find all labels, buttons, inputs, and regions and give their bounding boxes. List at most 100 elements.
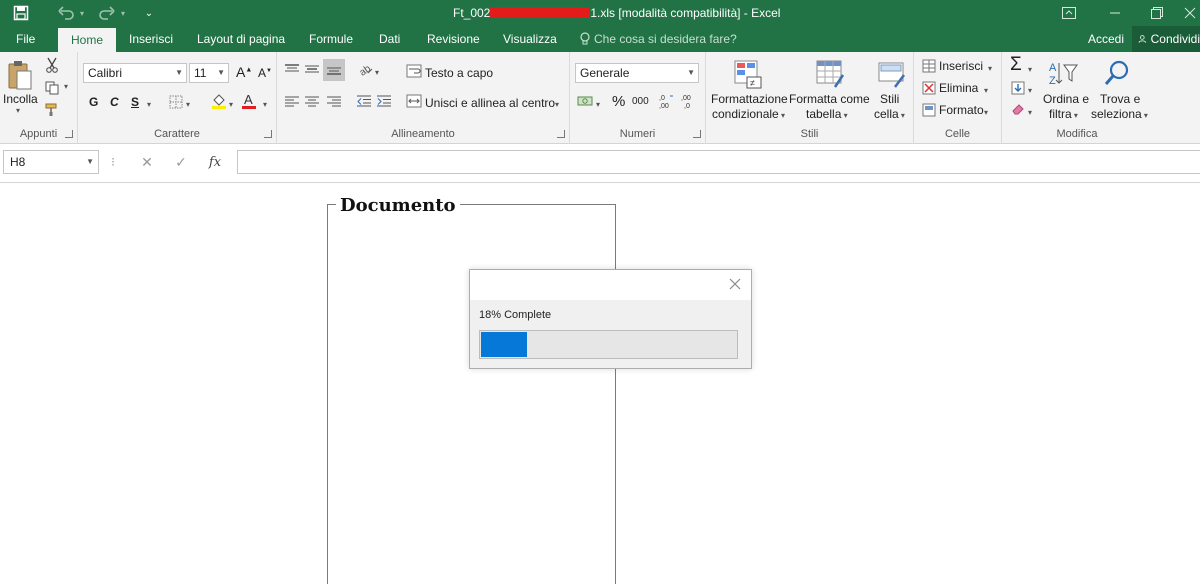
sign-in-link[interactable]: Accedi <box>1088 26 1124 52</box>
borders-icon[interactable] <box>168 94 184 110</box>
italic-button[interactable]: C <box>110 95 119 109</box>
conditional-formatting-label-2[interactable]: condizionale ▾ <box>712 107 785 121</box>
tab-formulas[interactable]: Formule <box>309 26 353 52</box>
wrap-text-label[interactable]: Testo a capo <box>425 66 493 80</box>
font-launcher-icon[interactable] <box>264 130 272 138</box>
redo-icon[interactable] <box>96 3 118 23</box>
cell-styles-icon[interactable] <box>876 58 908 90</box>
font-color-dropdown-icon[interactable]: ▾ <box>263 96 267 110</box>
fill-dropdown-icon[interactable]: ▾ <box>1028 82 1032 96</box>
insert-cells-icon[interactable] <box>921 58 937 74</box>
percent-button[interactable]: % <box>612 93 625 110</box>
merge-dropdown-icon[interactable]: ▾ <box>555 96 559 110</box>
eraser-icon[interactable] <box>1010 101 1026 117</box>
autosum-dropdown-icon[interactable]: ▾ <box>1028 61 1032 75</box>
conditional-formatting-label-1[interactable]: Formattazione <box>711 92 788 106</box>
delete-cells-dropdown-icon[interactable]: ▾ <box>984 82 988 96</box>
sort-filter-label-1[interactable]: Ordina e <box>1043 92 1089 106</box>
cancel-entry-icon[interactable]: ✕ <box>132 150 162 174</box>
format-as-table-icon[interactable] <box>814 58 846 90</box>
font-size-select[interactable]: 11 ▼ <box>189 63 229 83</box>
merge-center-label[interactable]: Unisci e allinea al centro <box>425 96 555 110</box>
align-right-icon[interactable] <box>325 93 343 109</box>
tab-insert[interactable]: Inserisci <box>129 26 173 52</box>
save-icon[interactable] <box>10 3 32 23</box>
format-as-table-label-1[interactable]: Formatta come <box>789 92 870 106</box>
currency-icon[interactable] <box>576 93 594 109</box>
underline-dropdown-icon[interactable]: ▾ <box>147 96 151 110</box>
font-name-select[interactable]: Calibri ▼ <box>83 63 187 83</box>
shrink-font-icon[interactable]: A▼ <box>258 66 272 80</box>
align-top-icon[interactable] <box>283 61 301 77</box>
paste-icon[interactable] <box>6 58 34 92</box>
format-as-table-label-2[interactable]: tabella ▾ <box>806 107 848 121</box>
currency-dropdown-icon[interactable]: ▾ <box>596 96 600 110</box>
font-color-icon[interactable]: A <box>240 92 258 110</box>
close-window-icon[interactable] <box>1180 2 1200 24</box>
decrease-indent-icon[interactable] <box>355 93 373 109</box>
fill-color-dropdown-icon[interactable]: ▾ <box>229 96 233 110</box>
increase-decimal-icon[interactable]: ,0,00 <box>658 92 676 110</box>
paste-label[interactable]: Incolla <box>3 92 38 106</box>
decrease-decimal-icon[interactable]: ,00,0 <box>680 92 698 110</box>
fill-color-icon[interactable] <box>210 92 228 110</box>
merge-center-icon[interactable] <box>405 93 423 109</box>
insert-cells-dropdown-icon[interactable]: ▾ <box>988 60 992 74</box>
format-painter-icon[interactable] <box>44 102 60 118</box>
tab-review[interactable]: Revisione <box>427 26 480 52</box>
delete-cells-icon[interactable] <box>921 80 937 96</box>
tab-file[interactable]: File <box>16 26 35 52</box>
format-cells-icon[interactable] <box>921 102 937 118</box>
conditional-formatting-icon[interactable]: ≠ <box>732 58 764 90</box>
close-icon[interactable] <box>727 276 743 292</box>
orientation-icon[interactable]: ab <box>357 61 375 77</box>
undo-icon[interactable] <box>55 3 77 23</box>
align-middle-icon[interactable] <box>303 61 321 77</box>
find-select-label-1[interactable]: Trova e <box>1100 92 1140 106</box>
autosum-icon[interactable]: Σ <box>1010 54 1022 76</box>
alignment-launcher-icon[interactable] <box>557 130 565 138</box>
name-box[interactable]: H8 ▼ <box>3 150 99 174</box>
clear-dropdown-icon[interactable]: ▾ <box>1028 104 1032 118</box>
confirm-entry-icon[interactable]: ✓ <box>166 150 196 174</box>
tab-page-layout[interactable]: Layout di pagina <box>197 26 285 52</box>
customize-toolbar-icon[interactable]: ⌄ <box>141 3 157 23</box>
align-bottom-icon[interactable] <box>323 59 345 81</box>
copy-dropdown-icon[interactable]: ▾ <box>64 82 68 91</box>
undo-dropdown-icon[interactable]: ▾ <box>76 3 88 23</box>
sort-filter-icon[interactable]: AZ <box>1046 58 1080 90</box>
tell-me-search[interactable]: Che cosa si desidera fare? <box>580 32 737 46</box>
cut-icon[interactable] <box>44 57 60 73</box>
tab-view[interactable]: Visualizza <box>503 26 557 52</box>
wrap-text-icon[interactable] <box>405 63 423 79</box>
orientation-dropdown-icon[interactable]: ▾ <box>375 64 379 78</box>
tab-home[interactable]: Home <box>58 28 117 52</box>
underline-button[interactable]: S <box>131 95 139 109</box>
find-select-icon[interactable] <box>1102 58 1132 88</box>
restore-icon[interactable] <box>1142 2 1172 24</box>
number-launcher-icon[interactable] <box>693 130 701 138</box>
ribbon-display-options-icon[interactable] <box>1054 2 1084 24</box>
grow-font-icon[interactable]: A▲ <box>236 64 252 80</box>
tab-data[interactable]: Dati <box>379 26 400 52</box>
thousands-button[interactable]: 000 <box>632 96 649 107</box>
insert-function-button[interactable]: fx <box>200 150 230 174</box>
cell-styles-label-2[interactable]: cella ▾ <box>874 107 905 121</box>
cell-styles-label-1[interactable]: Stili <box>880 92 899 106</box>
format-cells-label[interactable]: Formato <box>939 103 984 117</box>
number-format-select[interactable]: Generale ▼ <box>575 63 699 83</box>
insert-cells-label[interactable]: Inserisci <box>939 59 983 73</box>
copy-icon[interactable] <box>44 80 60 96</box>
format-cells-dropdown-icon[interactable]: ▾ <box>984 104 988 118</box>
formula-input[interactable] <box>237 150 1200 174</box>
sort-filter-label-2[interactable]: filtra ▾ <box>1049 107 1078 121</box>
share-button[interactable]: Condividi <box>1132 26 1200 52</box>
clipboard-launcher-icon[interactable] <box>65 130 73 138</box>
redo-dropdown-icon[interactable]: ▾ <box>117 3 129 23</box>
align-center-icon[interactable] <box>303 93 321 109</box>
worksheet-area[interactable]: Documento <box>0 184 1200 584</box>
find-select-label-2[interactable]: seleziona ▾ <box>1091 107 1148 121</box>
fill-down-icon[interactable] <box>1010 80 1026 96</box>
bold-button[interactable]: G <box>89 95 98 109</box>
minimize-icon[interactable] <box>1100 2 1130 24</box>
